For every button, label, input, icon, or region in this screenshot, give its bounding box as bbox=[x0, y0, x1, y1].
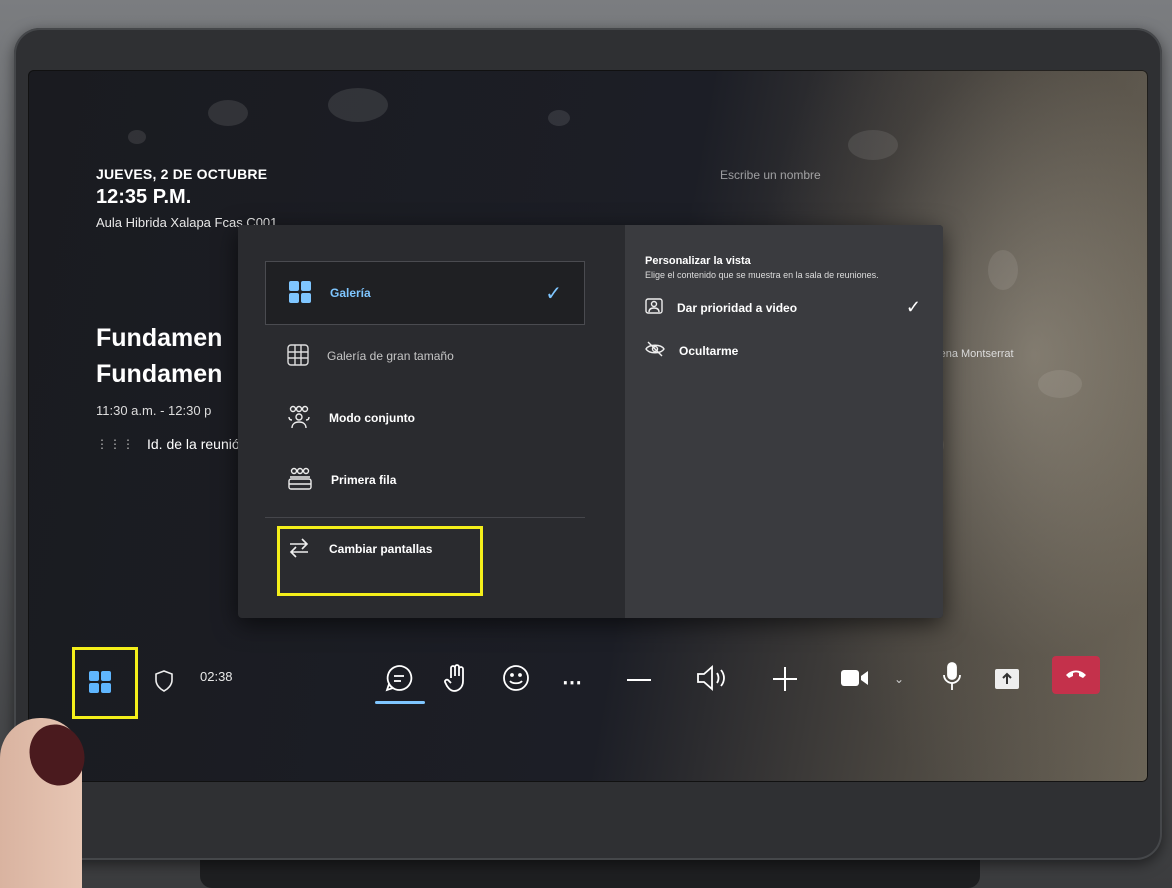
chat-icon bbox=[385, 664, 413, 692]
windows-grid-icon bbox=[88, 670, 112, 694]
customize-view-subtitle: Elige el contenido que se muestra en la … bbox=[645, 270, 879, 280]
raise-hand-button[interactable] bbox=[444, 664, 468, 692]
switch-screens-button[interactable]: Cambiar pantallas bbox=[265, 518, 585, 580]
layout-option-gallery[interactable]: Galería ✓ bbox=[265, 261, 585, 325]
volume-indicator[interactable] bbox=[696, 664, 726, 692]
layout-option-front-row[interactable]: Primera fila bbox=[265, 449, 585, 511]
video-priority-icon bbox=[645, 298, 663, 317]
meeting-time-range: 11:30 a.m. - 12:30 p bbox=[96, 403, 212, 418]
together-mode-icon bbox=[287, 405, 311, 432]
customize-view-section: Personalizar la vista Elige el contenido… bbox=[625, 225, 943, 618]
camera-options-button[interactable]: ⌄ bbox=[894, 672, 904, 686]
camera-button[interactable] bbox=[840, 668, 870, 688]
video-camera-icon bbox=[840, 668, 870, 688]
swap-arrows-icon bbox=[287, 537, 311, 562]
leave-call-button[interactable] bbox=[1052, 656, 1100, 694]
layout-option-label: Primera fila bbox=[331, 473, 397, 487]
share-button[interactable] bbox=[994, 668, 1020, 690]
view-layout-button[interactable] bbox=[88, 670, 112, 694]
meeting-title-line-1: Fundamen bbox=[96, 324, 223, 352]
view-layout-panel: Galería ✓ Galería de gran tamaño Modo co… bbox=[238, 225, 943, 618]
microphone-button[interactable] bbox=[942, 662, 962, 692]
share-screen-icon bbox=[994, 668, 1020, 690]
layout-option-label: Galería bbox=[330, 286, 371, 300]
meeting-title-line-2: Fundamen bbox=[96, 360, 223, 388]
date-label: JUEVES, 2 DE OCTUBRE bbox=[96, 166, 268, 182]
checkmark-icon: ✓ bbox=[905, 297, 921, 317]
active-tab-indicator bbox=[375, 701, 425, 704]
layout-option-label: Modo conjunto bbox=[329, 411, 415, 425]
volume-up-button[interactable] bbox=[772, 666, 798, 692]
reactions-button[interactable] bbox=[502, 664, 530, 692]
volume-down-button[interactable] bbox=[626, 678, 652, 682]
layout-option-together-mode[interactable]: Modo conjunto bbox=[265, 387, 585, 449]
minus-icon bbox=[626, 678, 652, 682]
meeting-toolbar: 02:38 ⋯ ⌄ bbox=[28, 634, 1148, 724]
plus-icon bbox=[772, 666, 798, 692]
gallery-icon bbox=[288, 280, 312, 307]
chat-button[interactable] bbox=[385, 664, 413, 692]
room-info: JUEVES, 2 DE OCTUBRE 12:35 P.M. Aula Hib… bbox=[96, 166, 277, 230]
hand-icon bbox=[444, 664, 468, 692]
layout-options: Galería ✓ Galería de gran tamaño Modo co… bbox=[238, 225, 625, 618]
large-gallery-icon bbox=[287, 343, 309, 369]
switch-screens-label: Cambiar pantallas bbox=[329, 542, 433, 556]
hide-me-icon bbox=[645, 341, 665, 360]
layout-option-large-gallery[interactable]: Galería de gran tamaño bbox=[265, 325, 585, 387]
call-duration: 02:38 bbox=[200, 669, 233, 684]
video-priority-toggle[interactable]: Dar prioridad a video ✓ bbox=[645, 297, 923, 317]
shield-icon bbox=[154, 670, 174, 692]
teams-room-screen: JUEVES, 2 DE OCTUBRE 12:35 P.M. Aula Hib… bbox=[28, 70, 1148, 782]
ellipsis-icon: ⋯ bbox=[562, 672, 582, 694]
security-button[interactable] bbox=[154, 670, 174, 692]
speaker-icon bbox=[696, 664, 726, 692]
meeting-title: Fundamen Fundamen bbox=[96, 320, 222, 392]
customize-view-title: Personalizar la vista bbox=[645, 255, 751, 267]
checkmark-icon: ✓ bbox=[545, 282, 562, 305]
hide-me-label: Ocultarme bbox=[679, 343, 739, 358]
dialpad-icon: ⋮⋮⋮ bbox=[96, 437, 135, 451]
video-priority-label: Dar prioridad a video bbox=[677, 300, 798, 315]
participant-search-input[interactable]: Escribe un nombre bbox=[720, 168, 821, 182]
hang-up-icon bbox=[1064, 666, 1088, 684]
smiley-icon bbox=[502, 664, 530, 692]
microphone-icon bbox=[942, 662, 962, 692]
clock: 12:35 P.M. bbox=[96, 186, 192, 208]
layout-option-label: Galería de gran tamaño bbox=[327, 349, 454, 363]
hide-me-toggle[interactable]: Ocultarme bbox=[645, 341, 923, 360]
chevron-down-icon: ⌄ bbox=[894, 672, 905, 686]
front-row-icon bbox=[287, 467, 313, 494]
more-options-button[interactable]: ⋯ bbox=[562, 670, 582, 695]
meeting-id-label: Id. de la reunió bbox=[147, 436, 240, 452]
meeting-id: ⋮⋮⋮ Id. de la reunió bbox=[96, 436, 240, 452]
